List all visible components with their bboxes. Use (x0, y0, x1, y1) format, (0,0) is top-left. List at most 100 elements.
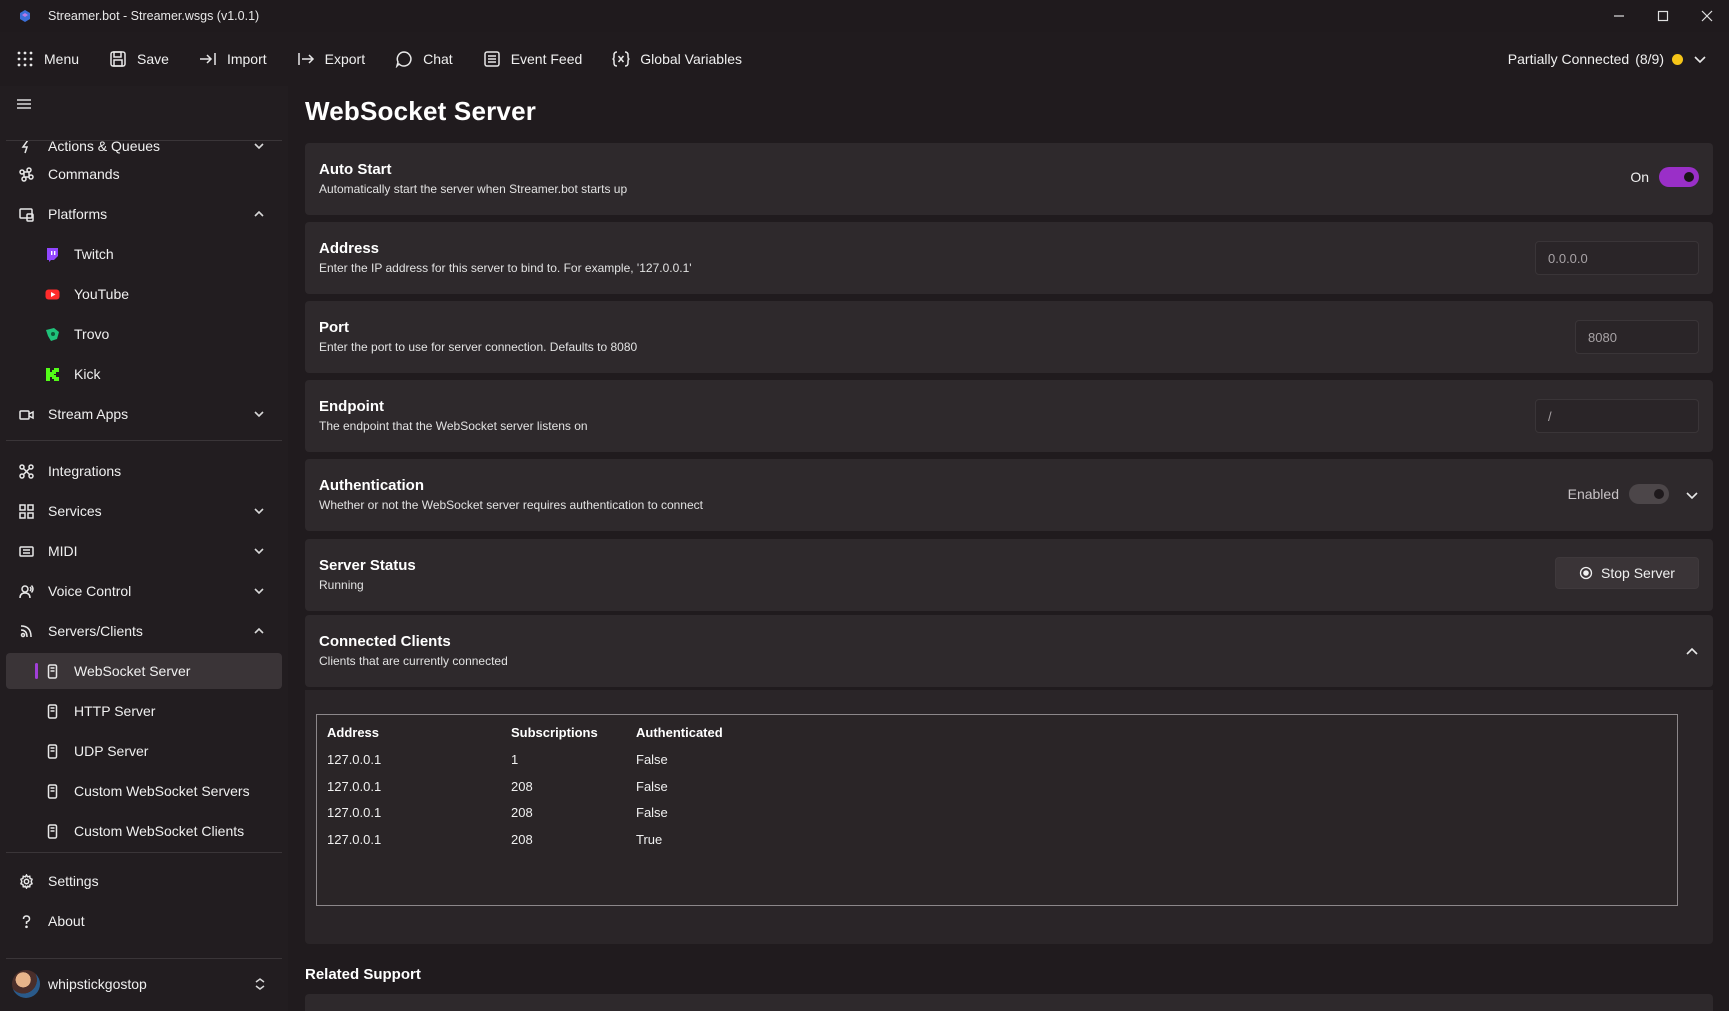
sidebar-item-label: WebSocket Server (74, 663, 191, 679)
menu-label: Menu (44, 51, 80, 67)
command-icon (18, 166, 34, 182)
chat-icon (395, 51, 412, 68)
event-feed-label: Event Feed (510, 51, 583, 67)
table-cell-address: 127.0.0.1 (327, 779, 382, 794)
chevron-down-icon (252, 504, 266, 518)
divider (6, 958, 282, 959)
sidebar-item-label: Twitch (74, 246, 114, 262)
minimize-icon (1614, 15, 1624, 17)
connected-clients-title: Connected Clients (319, 633, 451, 650)
chevron-up-down-icon (254, 977, 266, 991)
toggle-knob (1654, 489, 1664, 499)
server-icon (44, 743, 60, 759)
port-input[interactable] (1575, 320, 1699, 354)
address-input[interactable] (1535, 241, 1699, 275)
sidebar-item-commands[interactable]: Commands (6, 156, 282, 192)
port-title: Port (319, 319, 349, 336)
export-button[interactable]: Export (297, 40, 365, 78)
connection-status[interactable]: Partially Connected (8/9) (1508, 40, 1707, 78)
twitch-icon (44, 246, 60, 262)
user-name: whipstickgostop (48, 976, 147, 992)
connected-clients-card: Connected Clients Clients that are curre… (305, 615, 1713, 687)
services-grid-icon (18, 503, 34, 519)
sidebar-item-custom-websocket-clients[interactable]: Custom WebSocket Clients (6, 813, 282, 849)
avatar (12, 970, 40, 998)
authentication-expand-button[interactable] (1685, 488, 1699, 502)
user-account[interactable]: whipstickgostop (6, 964, 282, 1004)
auto-start-toggle[interactable] (1659, 167, 1699, 187)
table-cell-address: 127.0.0.1 (327, 832, 382, 847)
stop-server-button[interactable]: Stop Server (1555, 557, 1699, 589)
connected-clients-collapse-button[interactable] (1685, 644, 1699, 658)
sidebar-item-label: Integrations (48, 463, 122, 479)
authentication-toggle[interactable] (1629, 484, 1669, 504)
chat-button[interactable]: Chat (395, 40, 453, 78)
page-title: WebSocket Server (305, 96, 537, 126)
minimize-button[interactable] (1597, 0, 1641, 32)
maximize-button[interactable] (1641, 0, 1685, 32)
streamerbot-logo-icon (20, 10, 30, 22)
table-cell-authenticated: False (636, 779, 668, 794)
chevron-up-icon (252, 207, 266, 221)
sidebar-item-trovo[interactable]: Trovo (6, 316, 282, 352)
sidebar-item-about[interactable]: About (6, 903, 282, 939)
port-desc: Enter the port to use for server connect… (319, 340, 638, 354)
sidebar-item-settings[interactable]: Settings (6, 863, 282, 899)
import-button[interactable]: Import (199, 40, 267, 78)
maximize-icon (1657, 10, 1669, 22)
clients-table[interactable]: Address Subscriptions Authenticated 127.… (316, 714, 1678, 906)
connected-clients-panel: Address Subscriptions Authenticated 127.… (305, 690, 1713, 944)
chevron-down-icon (252, 544, 266, 558)
sidebar-item-http-server[interactable]: HTTP Server (6, 693, 282, 729)
save-label: Save (137, 51, 169, 67)
sidebar-item-custom-websocket-servers[interactable]: Custom WebSocket Servers (6, 773, 282, 809)
export-icon (297, 53, 314, 65)
column-header-authenticated[interactable]: Authenticated (636, 725, 723, 740)
status-dot (1672, 53, 1683, 65)
export-label: Export (324, 51, 366, 67)
menu-button[interactable]: Menu (16, 40, 79, 78)
endpoint-title: Endpoint (319, 398, 384, 415)
sidebar-item-midi[interactable]: MIDI (6, 533, 282, 569)
sidebar-item-stream-apps[interactable]: Stream Apps (6, 396, 282, 432)
sidebar-item-youtube[interactable]: YouTube (6, 276, 282, 312)
sidebar-item-servers-clients[interactable]: Servers/Clients (6, 613, 282, 649)
sidebar-item-services[interactable]: Services (6, 493, 282, 529)
close-button[interactable] (1685, 0, 1729, 32)
chevron-down-icon (252, 407, 266, 421)
endpoint-input[interactable] (1535, 399, 1699, 433)
event-feed-button[interactable]: Event Feed (483, 40, 583, 78)
chevron-down-icon (1694, 56, 1706, 64)
variable-icon (612, 51, 630, 67)
sidebar-item-twitch[interactable]: Twitch (6, 236, 282, 272)
chevron-down-icon (1686, 492, 1698, 500)
sidebar-item-udp-server[interactable]: UDP Server (6, 733, 282, 769)
broadcast-icon (18, 623, 34, 639)
column-header-subscriptions[interactable]: Subscriptions (511, 725, 598, 740)
platforms-icon (18, 206, 34, 222)
table-cell-address: 127.0.0.1 (327, 752, 382, 767)
sidebar-item-label: Settings (48, 873, 99, 889)
global-variables-label: Global Variables (640, 51, 742, 67)
sidebar-item-integrations[interactable]: Integrations (6, 453, 282, 489)
sidebar-item-label: UDP Server (74, 743, 149, 759)
hamburger-button[interactable] (16, 96, 32, 112)
sidebar-item-voice-control[interactable]: Voice Control (6, 573, 282, 609)
sidebar-item-kick[interactable]: Kick (6, 356, 282, 392)
server-status-title: Server Status (319, 557, 416, 574)
divider (6, 440, 282, 441)
chevron-down-icon (252, 584, 266, 598)
toggle-knob (1684, 172, 1694, 182)
table-cell-subscriptions: 208 (511, 805, 533, 820)
table-cell-address: 127.0.0.1 (327, 805, 382, 820)
kick-icon (44, 366, 60, 382)
column-header-address[interactable]: Address (327, 725, 379, 740)
global-variables-button[interactable]: Global Variables (612, 40, 742, 78)
server-status-card: Server Status Running Stop Server (305, 539, 1713, 611)
integrations-icon (18, 463, 34, 479)
sidebar-nav[interactable]: Actions & Queues Commands Platforms Twit… (0, 140, 288, 956)
save-button[interactable]: Save (109, 40, 169, 78)
chat-label: Chat (423, 51, 453, 67)
sidebar-item-websocket-server[interactable]: WebSocket Server (6, 653, 282, 689)
sidebar-item-platforms[interactable]: Platforms (6, 196, 282, 232)
